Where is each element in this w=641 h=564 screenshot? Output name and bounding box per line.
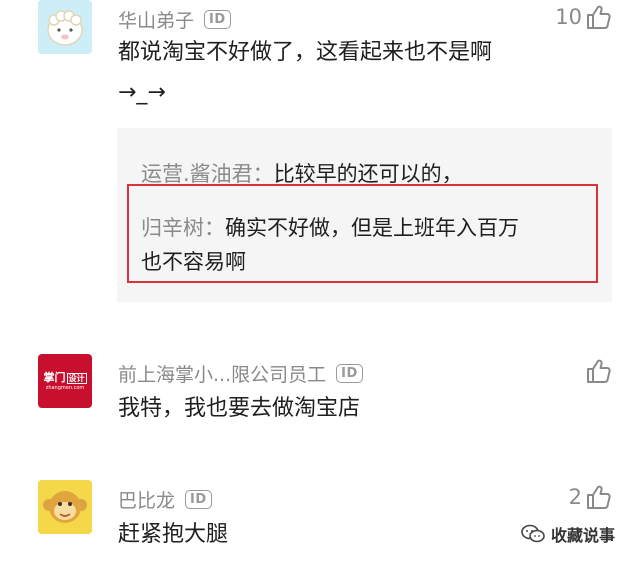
highlight-box — [127, 184, 598, 283]
comment-text: 我特，我也要去做淘宝店 — [118, 396, 361, 421]
username[interactable]: 巴比龙 ID — [118, 486, 212, 513]
reply-text: 比较早的还可以的， — [273, 162, 463, 186]
thumbs-up-icon — [587, 485, 611, 509]
comment-text: 都说淘宝不好做了，这看起来也不是啊 — [118, 40, 493, 65]
watermark-text: 收藏说事 — [550, 526, 615, 545]
sheep-avatar-icon[interactable] — [38, 0, 92, 54]
id-badge: ID — [204, 10, 231, 29]
username-text[interactable]: 前上海掌小...限公司员工 — [118, 360, 326, 387]
avatar-logo-text: 掌门 设计 — [43, 371, 87, 384]
id-badge: ID — [336, 364, 363, 383]
zhangmen-logo-avatar[interactable]: 掌门 设计 zhangmen.com — [38, 354, 92, 408]
avatar-logo-subtext: zhangmen.com — [45, 385, 85, 391]
thumbs-up-icon — [587, 359, 611, 383]
id-badge: ID — [185, 490, 212, 509]
username[interactable]: 前上海掌小...限公司员工 ID — [118, 360, 363, 387]
like-count: 2 — [568, 485, 582, 509]
wechat-logo-icon — [521, 524, 545, 543]
username[interactable]: 华山弟子 ID — [118, 6, 231, 33]
like-button[interactable]: 2 — [569, 484, 611, 510]
like-button[interactable]: 10 — [555, 4, 611, 30]
like-button[interactable] — [585, 358, 611, 384]
like-count: 10 — [555, 5, 582, 29]
watermark: 收藏说事 — [521, 522, 615, 546]
username-text[interactable]: 华山弟子 — [118, 6, 194, 33]
reply-author[interactable]: 运营.酱油君： — [141, 162, 274, 186]
monkey-avatar-icon[interactable] — [38, 480, 92, 534]
comment-text: 赶紧抱大腿 — [118, 522, 229, 547]
comment-text-line2: →_→ — [118, 80, 166, 105]
username-text[interactable]: 巴比龙 — [118, 486, 175, 513]
thumbs-up-icon — [587, 5, 611, 29]
